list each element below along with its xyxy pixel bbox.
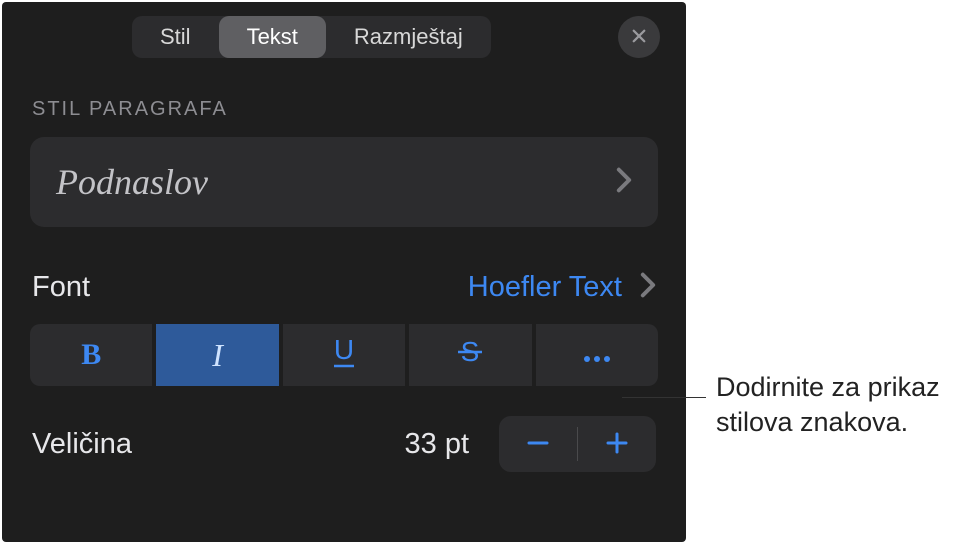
italic-icon: I <box>212 337 223 374</box>
chevron-right-icon <box>640 272 656 303</box>
minus-icon <box>525 430 551 459</box>
tab-stil[interactable]: Stil <box>132 16 219 58</box>
format-button-strip: B I U S <box>30 324 658 386</box>
size-increase-button[interactable] <box>578 416 656 472</box>
tab-bar: Stil Tekst Razmještaj <box>2 2 686 58</box>
size-label: Veličina <box>32 428 405 461</box>
close-icon <box>630 27 648 48</box>
callout-line <box>622 397 706 398</box>
font-label: Font <box>32 271 468 304</box>
more-icon <box>582 339 612 371</box>
size-row: Veličina 33 pt <box>2 416 686 472</box>
strikethrough-button[interactable]: S <box>409 324 531 386</box>
paragraph-style-selector[interactable]: Podnaslov <box>30 137 658 227</box>
chevron-right-icon <box>616 167 632 198</box>
underline-button[interactable]: U <box>283 324 405 386</box>
underline-icon: U <box>329 335 359 376</box>
strikethrough-icon: S <box>455 335 485 376</box>
bold-button[interactable]: B <box>30 324 152 386</box>
paragraph-style-label: STIL PARAGRAFA <box>2 58 686 137</box>
close-button[interactable] <box>618 16 660 58</box>
font-value: Hoefler Text <box>468 271 622 304</box>
size-decrease-button[interactable] <box>499 416 577 472</box>
segmented-control: Stil Tekst Razmještaj <box>132 16 491 58</box>
size-value: 33 pt <box>405 428 470 461</box>
plus-icon <box>604 430 630 459</box>
paragraph-style-value: Podnaslov <box>56 161 616 203</box>
tab-razmjestaj[interactable]: Razmještaj <box>326 16 491 58</box>
svg-text:U: U <box>334 335 354 365</box>
font-row[interactable]: Font Hoefler Text <box>2 271 686 304</box>
tab-tekst[interactable]: Tekst <box>219 16 326 58</box>
format-panel: Stil Tekst Razmještaj STIL PARAGRAFA Pod… <box>2 2 686 542</box>
more-options-button[interactable] <box>536 324 658 386</box>
bold-icon: B <box>81 338 101 372</box>
italic-button[interactable]: I <box>156 324 278 386</box>
callout-text: Dodirnite za prikaz stilova znakova. <box>716 370 976 440</box>
size-stepper <box>499 416 656 472</box>
